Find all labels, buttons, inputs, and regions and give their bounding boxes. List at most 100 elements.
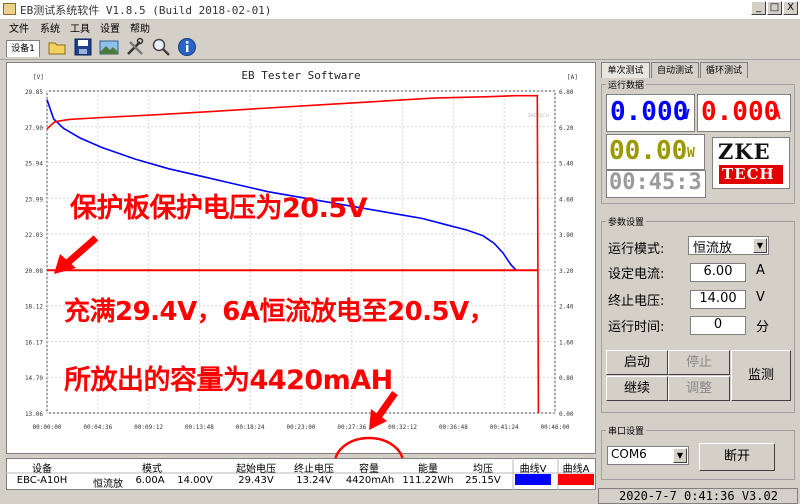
info-icon[interactable] xyxy=(177,37,197,57)
x-tick-label: 00:41:24 xyxy=(490,424,519,431)
x-tick-label: 00:09:12 xyxy=(134,424,163,431)
start-button[interactable]: 启动 xyxy=(606,350,668,375)
y-tick-label: 23.99 xyxy=(25,196,43,203)
app-icon xyxy=(3,3,16,15)
y-tick-label: 29.85 xyxy=(25,89,43,96)
menu-settings[interactable]: 设置 xyxy=(100,20,120,35)
y2-axis-unit: [A] xyxy=(567,74,578,81)
tools-icon[interactable] xyxy=(125,37,145,57)
col-header-curve-a: 曲线A xyxy=(562,464,590,475)
set-current-unit: A xyxy=(756,263,765,278)
x-tick-label: 00:18:24 xyxy=(236,424,265,431)
image-icon[interactable] xyxy=(99,37,119,57)
y2-tick-label: 6.80 xyxy=(559,89,574,96)
x-tick-label: 00:36:48 xyxy=(439,424,468,431)
annotation-discharge-description: 充满29.4V，6A恒流放电至20.5V， xyxy=(64,297,495,327)
close-button[interactable]: X xyxy=(783,1,798,15)
x-tick-label: 00:23:00 xyxy=(287,424,316,431)
y2-tick-label: 0.00 xyxy=(559,411,574,418)
run-time-input[interactable]: 0 xyxy=(690,316,746,335)
device-tab[interactable]: 设备1 xyxy=(6,40,40,57)
maximize-button[interactable]: □ xyxy=(767,1,782,15)
y-tick-label: 16.17 xyxy=(25,339,43,346)
cell-stop-voltage: 14.00V xyxy=(177,475,213,486)
port-chevron-down-icon[interactable]: ▼ xyxy=(673,448,687,463)
col-header-avg-voltage: 均压 xyxy=(473,464,493,475)
col-header-end-voltage: 终止电压 xyxy=(294,464,334,475)
window-title: EB测试系统软件 V1.8.5 (Build 2018-02-01) xyxy=(20,4,272,17)
menu-file[interactable]: 文件 xyxy=(9,20,29,35)
stop-voltage-label: 终止电压: xyxy=(608,294,665,309)
col-header-device: 设备 xyxy=(32,464,52,475)
tab-single-test[interactable]: 单次测试 xyxy=(601,62,650,78)
power-unit: W xyxy=(687,146,695,161)
run-time-label: 运行时间: xyxy=(608,320,665,335)
y-tick-label: 14.70 xyxy=(25,375,43,382)
y2-tick-label: 0.80 xyxy=(559,375,574,382)
stop-button[interactable]: 停止 xyxy=(668,350,730,375)
curve-v-color-swatch[interactable] xyxy=(515,474,551,485)
curve-a-color-swatch[interactable] xyxy=(558,474,594,485)
cell-device: EBC-A10H xyxy=(16,475,68,486)
port-select-value: COM6 xyxy=(611,447,647,461)
continue-button[interactable]: 继续 xyxy=(606,376,668,401)
x-tick-label: 00:27:36 xyxy=(337,424,366,431)
y2-tick-label: 6.20 xyxy=(559,125,574,132)
disconnect-button[interactable]: 断开 xyxy=(699,443,775,471)
minimize-button[interactable]: _ xyxy=(751,1,766,15)
cell-energy: 111.22Wh xyxy=(402,475,454,486)
logo-top-text: ZKE xyxy=(718,139,771,164)
set-current-input[interactable]: 6.00 xyxy=(690,263,746,282)
menu-tools[interactable]: 工具 xyxy=(70,20,90,35)
x-tick-label: 00:32:12 xyxy=(388,424,417,431)
voltage-value: 0.000 xyxy=(610,97,689,127)
time-value: 00:45:3 xyxy=(609,170,702,195)
menu-system[interactable]: 系统 xyxy=(40,20,60,35)
y-tick-label: 22.03 xyxy=(25,232,43,239)
y2-tick-label: 3.20 xyxy=(559,268,574,275)
y-tick-label: 27.90 xyxy=(25,125,43,132)
annotation-capacity: 所放出的容量为4420mAH xyxy=(64,365,393,396)
serial-label: 串口设置 xyxy=(606,424,647,437)
y-tick-label: 20.08 xyxy=(25,268,43,275)
monitor-button[interactable]: 监测 xyxy=(731,350,791,401)
title-bar: EB测试系统软件 V1.8.5 (Build 2018-02-01) _ □ X xyxy=(0,0,800,20)
y2-tick-label: 4.60 xyxy=(559,196,574,203)
logo-bottom-text: TECH xyxy=(722,165,775,183)
run-time-unit: 分 xyxy=(756,320,770,335)
y2-tick-label: 2.40 xyxy=(559,304,574,311)
tab-auto-test[interactable]: 自动测试 xyxy=(651,62,699,78)
stop-voltage-unit: V xyxy=(756,290,765,305)
col-header-start-voltage: 起始电压 xyxy=(236,464,276,475)
x-tick-label: 00:04:36 xyxy=(83,424,112,431)
y2-tick-label: 3.90 xyxy=(559,232,574,239)
y-tick-label: 13.06 xyxy=(25,411,43,418)
y2-tick-label: 1.60 xyxy=(559,339,574,346)
menu-help[interactable]: 帮助 xyxy=(130,20,150,35)
save-icon[interactable] xyxy=(73,37,93,57)
x-tick-label: 00:00:00 xyxy=(33,424,62,431)
stop-voltage-input[interactable]: 14.00 xyxy=(690,290,746,309)
params-label: 参数设置 xyxy=(606,215,647,228)
current-value: 0.000 xyxy=(701,97,780,127)
col-header-curve-v: 曲线V xyxy=(519,464,547,475)
cell-current: 6.00A xyxy=(135,475,165,486)
y-tick-label: 25.94 xyxy=(25,161,43,168)
run-data-label: 运行数据 xyxy=(606,78,647,91)
cell-avg-voltage: 25.15V xyxy=(465,475,501,486)
search-icon[interactable] xyxy=(151,37,171,57)
y2-tick-label: 5.40 xyxy=(559,161,574,168)
adjust-button[interactable]: 调整 xyxy=(668,376,730,401)
tab-cycle-test[interactable]: 循环测试 xyxy=(700,62,748,78)
annotation-protect-voltage: 保护板保护电压为20.5V xyxy=(70,193,368,224)
col-header-capacity: 容量 xyxy=(359,464,379,475)
x-tick-label: 00:46:00 xyxy=(541,424,570,431)
chevron-down-icon[interactable]: ▼ xyxy=(753,238,767,253)
power-value: 00.00 xyxy=(609,136,688,166)
current-unit: A xyxy=(773,108,781,123)
set-current-label: 设定电流: xyxy=(608,267,665,282)
menu-bar: 文件 系统 工具 设置 帮助 xyxy=(0,19,800,35)
col-header-mode: 模式 xyxy=(142,464,162,475)
folder-icon[interactable] xyxy=(47,37,67,57)
cell-mode: 恒流放 xyxy=(93,479,123,490)
